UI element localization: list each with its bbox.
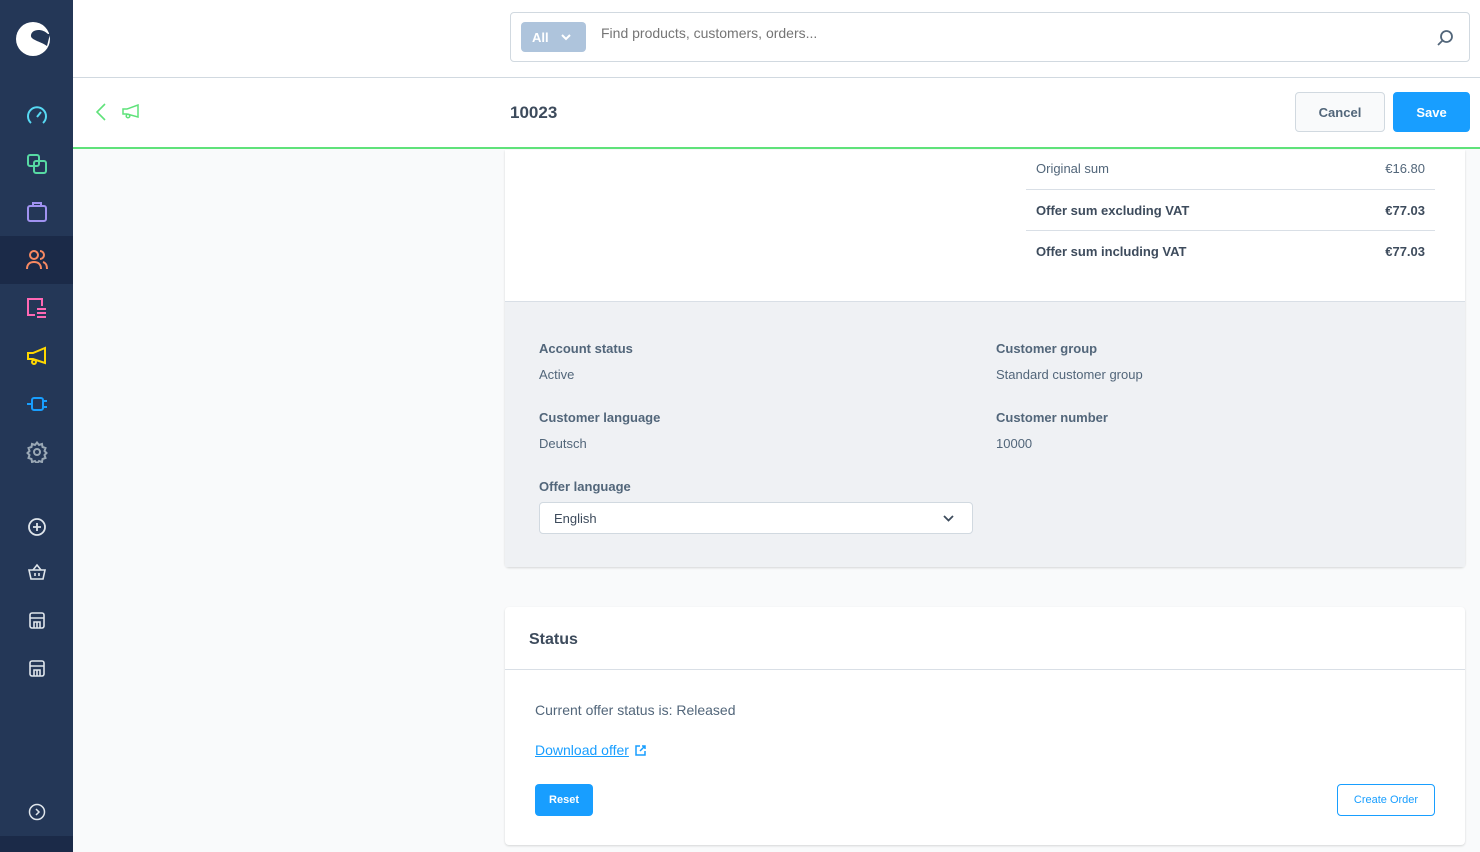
search-type-label: All <box>532 29 549 45</box>
summary-row-incl-vat: Offer sum including VAT €77.03 <box>1026 230 1435 271</box>
summary-value: €77.03 <box>1385 243 1425 259</box>
page-title: 10023 <box>510 103 558 122</box>
cancel-button[interactable]: Cancel <box>1295 92 1385 132</box>
summary-value: €77.03 <box>1385 202 1425 218</box>
download-offer-link[interactable]: Download offer <box>535 742 646 758</box>
customer-language-label: Customer language <box>539 410 661 425</box>
search-type-select[interactable]: All <box>521 22 586 52</box>
nav-content[interactable] <box>0 284 73 332</box>
chevron-down-icon <box>943 515 954 522</box>
customer-number-value: 10000 <box>996 436 1033 451</box>
plus-circle-icon <box>27 518 46 536</box>
search-input[interactable] <box>601 25 1401 41</box>
plug-icon <box>26 397 47 411</box>
nav-dashboard[interactable] <box>0 92 73 140</box>
basket-icon <box>27 563 46 580</box>
sidebar-footer <box>0 836 73 852</box>
summary-label: Offer sum including VAT <box>1036 243 1187 259</box>
external-link-icon <box>635 744 646 756</box>
create-order-button[interactable]: Create Order <box>1337 784 1435 816</box>
offer-language-label: Offer language <box>539 479 631 494</box>
global-search: All <box>510 12 1470 62</box>
offer-language-value: English <box>554 511 597 526</box>
offer-language-select[interactable]: English <box>539 502 973 534</box>
chevron-down-icon <box>560 33 571 40</box>
search-icon[interactable] <box>1436 29 1454 47</box>
expand-sidebar-button[interactable] <box>0 788 73 836</box>
customer-group-label: Customer group <box>996 341 1098 356</box>
chevron-right-circle-icon <box>28 803 45 821</box>
sidebar <box>0 0 73 852</box>
megaphone-icon <box>122 104 139 119</box>
gear-icon <box>25 441 48 463</box>
nav-marketing[interactable] <box>0 332 73 380</box>
download-offer-label: Download offer <box>535 742 629 758</box>
sales-channel-storefront-1[interactable] <box>0 596 73 644</box>
megaphone-icon <box>26 346 46 365</box>
summary-row-original: Original sum €16.80 <box>1026 148 1435 189</box>
nav-orders[interactable] <box>0 188 73 236</box>
offer-status-text: Current offer status is: Released <box>535 702 736 718</box>
add-sales-channel-button[interactable] <box>0 503 73 551</box>
users-icon <box>25 250 48 270</box>
nav-settings[interactable] <box>0 428 73 476</box>
content-icon <box>26 298 46 318</box>
products-icon <box>26 154 47 174</box>
reset-button[interactable]: Reset <box>535 784 593 816</box>
customer-language-value: Deutsch <box>539 436 587 451</box>
customer-group-value: Standard customer group <box>996 367 1143 382</box>
account-status-label: Account status <box>539 341 633 356</box>
storefront-icon <box>28 660 45 677</box>
shopping-bag-icon <box>26 202 47 222</box>
summary-row-excl-vat: Offer sum excluding VAT €77.03 <box>1026 189 1435 230</box>
account-status-value: Active <box>539 367 575 382</box>
status-card: Status Current offer status is: Released… <box>505 607 1465 845</box>
gauge-icon <box>26 106 47 124</box>
status-card-title: Status <box>529 631 578 648</box>
shopware-logo[interactable] <box>14 20 52 63</box>
nav-extensions[interactable] <box>0 380 73 428</box>
summary-label: Original sum <box>1036 161 1109 176</box>
back-chevron-icon[interactable] <box>96 103 106 121</box>
nav-customers[interactable] <box>0 236 73 284</box>
nav-catalogues[interactable] <box>0 140 73 188</box>
smart-bar: 10023 Cancel Save <box>73 78 1480 149</box>
summary-label: Offer sum excluding VAT <box>1036 202 1190 218</box>
sales-channel-headless[interactable] <box>0 548 73 596</box>
customer-number-label: Customer number <box>996 410 1108 425</box>
save-button[interactable]: Save <box>1393 92 1470 132</box>
divider <box>505 669 1465 670</box>
summary-value: €16.80 <box>1385 161 1425 176</box>
sales-channel-storefront-2[interactable] <box>0 644 73 692</box>
storefront-icon <box>28 612 45 629</box>
